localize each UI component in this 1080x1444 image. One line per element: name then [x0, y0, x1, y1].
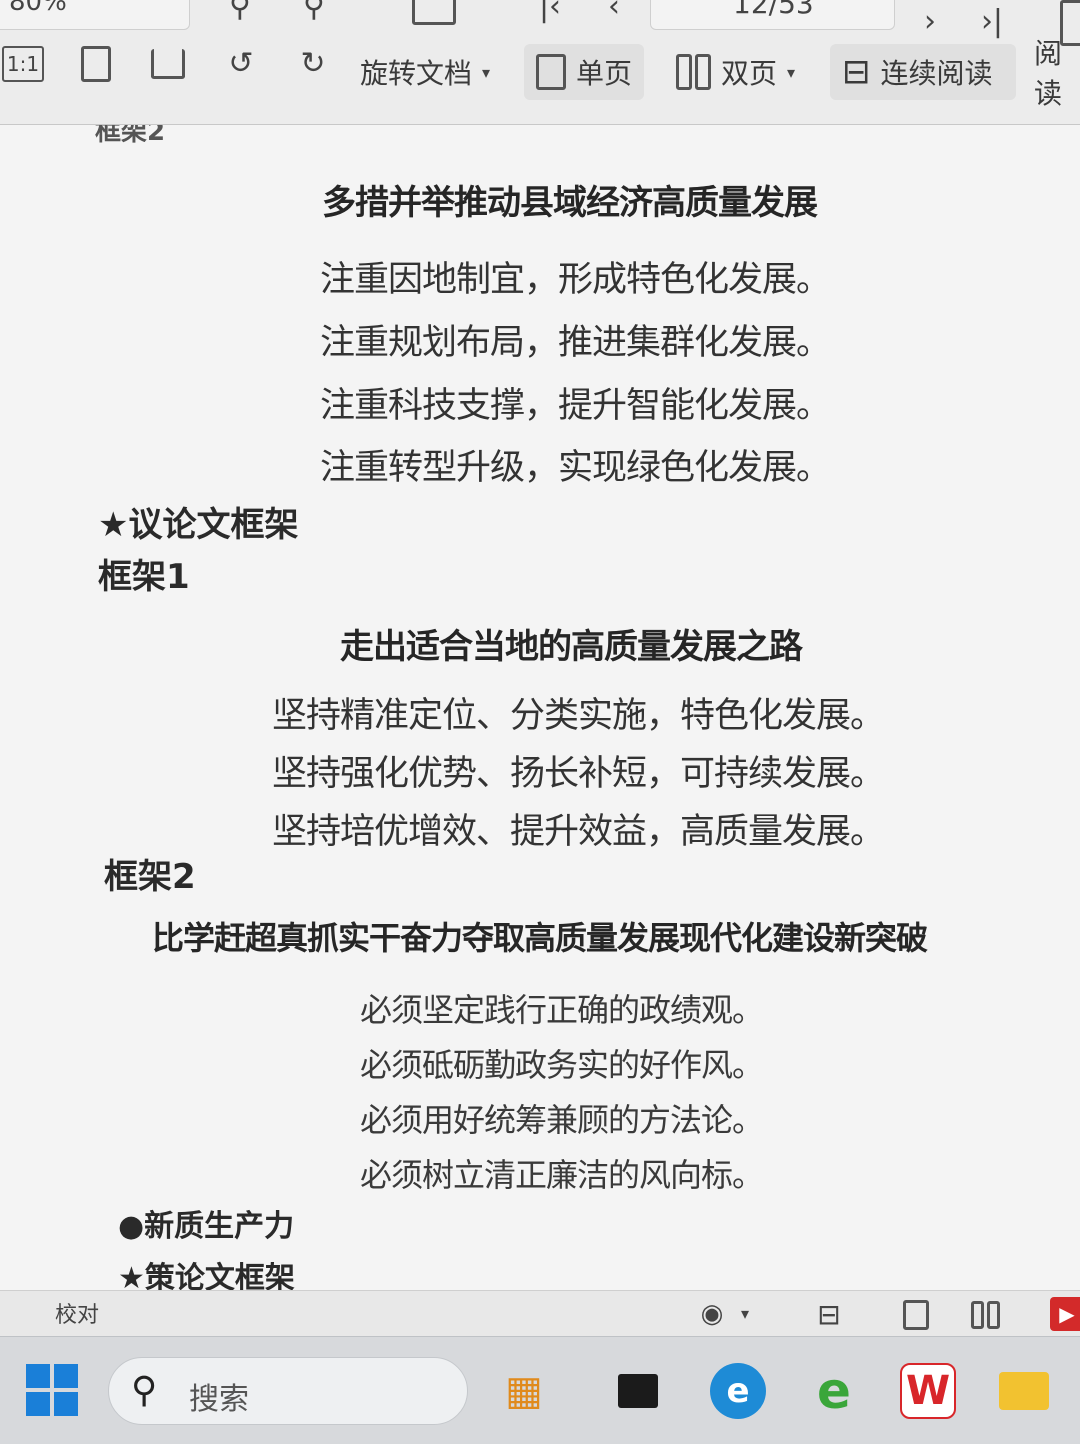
taskbar-search[interactable]: ⚲ 搜索 [108, 1357, 468, 1425]
section-argument-heading: ★议论文框架 [98, 505, 299, 545]
block2-line: 坚持培优增效、提升效益，高质量发展。 [272, 812, 885, 852]
file-explorer-icon[interactable] [996, 1363, 1052, 1419]
block2-line: 坚持强化优势、扬长补短，可持续发展。 [272, 754, 885, 794]
ie-icon[interactable]: e [806, 1362, 862, 1420]
chevron-down-icon: ▾ [482, 62, 491, 82]
chevron-down-icon: ▾ [787, 62, 796, 82]
actual-size-icon[interactable]: 1:1 [2, 46, 44, 82]
eye-icon[interactable]: ◉ [694, 1299, 730, 1329]
first-page-icon[interactable]: |‹ [530, 0, 570, 22]
document-page[interactable]: 框架2 多措并举推动县域经济高质量发展 注重因地制宜，形成特色化发展。 注重规划… [0, 125, 1080, 1290]
last-page-icon[interactable]: ›| [972, 4, 1012, 40]
edge-icon[interactable]: e [710, 1363, 766, 1419]
prev-page-icon[interactable]: ‹ [596, 0, 632, 22]
block3-line: 必须坚定践行正确的政绩观。 [360, 991, 764, 1029]
next-page-icon[interactable]: › [912, 4, 948, 40]
read-mode-label: 阅读 [1034, 37, 1063, 110]
block1-line: 注重因地制宜，形成特色化发展。 [320, 260, 831, 300]
frame1-label: 框架1 [98, 557, 190, 597]
proofread-button[interactable]: 校对 [55, 1297, 99, 1329]
chevron-down-icon[interactable]: ▾ [736, 1301, 754, 1327]
fit-page-icon[interactable] [76, 44, 116, 84]
block3-line: 必须用好统筹兼顾的方法论。 [360, 1101, 764, 1139]
page-indicator-box[interactable]: 12/53 [650, 0, 895, 30]
rotate-document-label: 旋转文档 [360, 57, 473, 90]
block1-line: 注重转型升级，实现绿色化发展。 [320, 448, 831, 488]
block3-title: 比学赶超真抓实干奋力夺取高质量发展现代化建设新突破 [152, 919, 928, 957]
cut-heading: 框架2 [95, 125, 166, 147]
zoom-value: 80% [9, 0, 67, 17]
block2-line: 坚持精准定位、分类实施，特色化发展。 [272, 696, 885, 736]
single-view-icon[interactable] [900, 1299, 932, 1331]
search-placeholder: 搜索 [189, 1382, 249, 1417]
single-page-label: 单页 [576, 57, 633, 90]
double-page-button[interactable]: 双页 ▾ [664, 44, 807, 100]
zoom-value-box[interactable]: 80% [0, 0, 190, 30]
double-view-icon[interactable] [968, 1299, 1002, 1331]
widgets-icon[interactable]: ▦ [496, 1363, 552, 1419]
section-policy-heading: ★策论文框架 [118, 1261, 295, 1290]
block2-title: 走出适合当地的高质量发展之路 [340, 627, 803, 667]
block1-line: 注重科技支撑，提升智能化发展。 [320, 386, 831, 426]
section-new-productivity: ●新质生产力 [118, 1209, 295, 1244]
single-page-icon [536, 54, 566, 90]
block3-line: 必须砥砺勤政务实的好作风。 [360, 1046, 764, 1084]
rotate-left-icon[interactable]: ↺ [220, 44, 262, 84]
wps-icon[interactable]: W [900, 1363, 956, 1419]
zoom-out-icon[interactable]: ⚲ [218, 0, 262, 22]
search-icon: ⚲ [131, 1370, 158, 1411]
read-mode-button[interactable]: 阅读 [1022, 37, 1080, 110]
single-page-button[interactable]: 单页 [524, 44, 645, 100]
page-indicator: 12/53 [733, 0, 814, 20]
thumbnail-icon[interactable] [408, 0, 460, 28]
continuous-view-icon[interactable]: ⊟ [812, 1299, 846, 1331]
actual-size-label: 1:1 [6, 52, 40, 76]
rotate-right-icon[interactable]: ↻ [292, 44, 334, 84]
continuous-read-button[interactable]: ⊟ 连续阅读 [830, 44, 1016, 100]
continuous-read-label: 连续阅读 [880, 57, 993, 90]
block3-line: 必须树立清正廉洁的风向标。 [360, 1156, 764, 1194]
frame2-label: 框架2 [104, 857, 196, 897]
zoom-in-icon[interactable]: ⚲ [292, 0, 336, 22]
double-page-icon [676, 54, 711, 90]
status-bar: 校对 ◉ ▾ ⊟ ▶ [0, 1290, 1080, 1336]
block1-title: 多措并举推动县域经济高质量发展 [322, 183, 818, 223]
task-view-icon[interactable] [610, 1363, 666, 1419]
continuous-read-icon: ⊟ [842, 52, 871, 92]
taskbar: ⚲ 搜索 ▦ e e W [0, 1336, 1080, 1444]
toolbar: 80% ⚲ ⚲ |‹ ‹ 12/53 › ›| 1:1 ↺ ↻ 旋转文档 ▾ 单… [0, 0, 1080, 125]
rotate-document-button[interactable]: 旋转文档 ▾ [348, 44, 502, 100]
block1-line: 注重规划布局，推进集群化发展。 [320, 323, 831, 363]
play-icon[interactable]: ▶ [1050, 1297, 1080, 1331]
double-page-label: 双页 [721, 57, 778, 90]
fit-width-icon[interactable] [148, 44, 188, 84]
windows-start-icon[interactable] [26, 1364, 78, 1416]
